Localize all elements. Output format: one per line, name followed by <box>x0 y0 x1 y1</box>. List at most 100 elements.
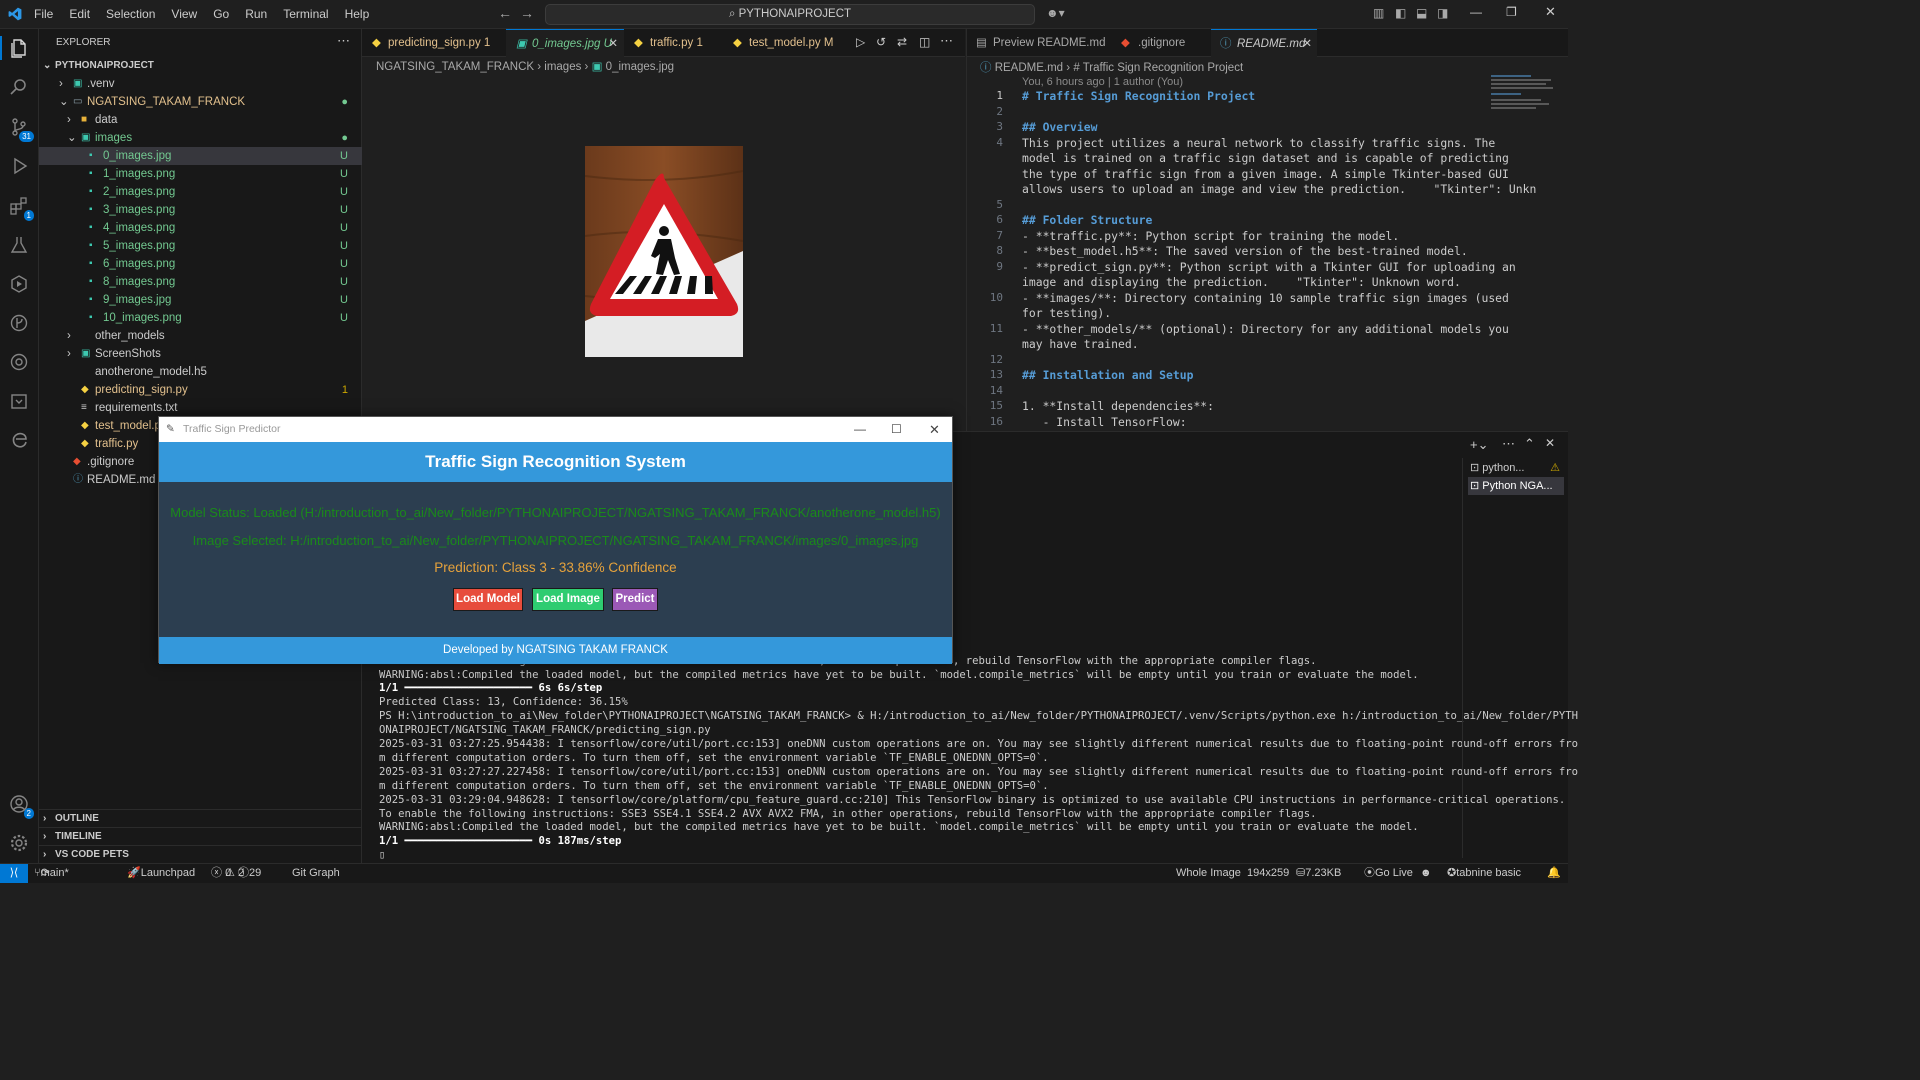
tree-file-item[interactable]: ▪ 10_images.png U <box>39 309 362 327</box>
code-line[interactable]: ## Overview <box>1022 120 1097 136</box>
settings-gear-icon[interactable] <box>7 831 31 855</box>
copilot-status-icon[interactable]: ☻ <box>1420 864 1432 883</box>
more-editor-actions-icon[interactable]: ⋯ <box>940 33 953 49</box>
tree-file-item[interactable]: anotherone_model.h5 <box>39 363 362 381</box>
tree-file-item[interactable]: ▪ 0_images.jpg U <box>39 147 362 165</box>
timeline-section[interactable]: › TIMELINE <box>39 827 362 845</box>
tab-test-model[interactable]: ◆ test_model.py M <box>723 29 833 57</box>
code-line[interactable]: 1. **Install dependencies**: <box>1022 399 1214 415</box>
tab-traffic[interactable]: ◆ traffic.py 1 <box>624 29 723 57</box>
zoom-whole-image[interactable]: Whole Image <box>1176 864 1241 883</box>
copilot-icon[interactable]: ☻▾ <box>1046 6 1065 20</box>
load-image-button[interactable]: Load Image <box>532 588 604 611</box>
git-graph-button[interactable]: Git Graph <box>292 864 340 883</box>
code-line[interactable]: - **traffic.py**: Python script for trai… <box>1022 229 1399 245</box>
maximize-panel-icon[interactable]: ⌃ <box>1524 436 1535 452</box>
tab-gitignore[interactable]: ◆ .gitignore <box>1112 29 1211 57</box>
tree-file-item[interactable]: ≡ requirements.txt <box>39 399 362 417</box>
maximize-icon[interactable]: ☐ <box>891 417 902 442</box>
menu-help[interactable]: Help <box>337 0 378 29</box>
tab-predicting-sign[interactable]: ◆ predicting_sign.py 1 <box>362 29 506 57</box>
minimize-icon[interactable]: — <box>1470 5 1482 19</box>
tree-file-item[interactable]: ▪ 1_images.png U <box>39 165 362 183</box>
code-line[interactable]: the type of traffic sign from a given im… <box>1022 167 1509 183</box>
split-editor-icon[interactable]: ◫ <box>919 35 930 49</box>
gitlens-icon[interactable] <box>7 311 31 335</box>
restore-icon[interactable]: ❐ <box>1506 5 1517 19</box>
remote-explorer-icon[interactable] <box>7 389 31 413</box>
tree-file-item[interactable]: ▪ 5_images.png U <box>39 237 362 255</box>
tree-folder-item[interactable]: › other_models <box>39 327 362 345</box>
run-debug-icon[interactable] <box>7 154 31 178</box>
code-line[interactable]: - **predict_sign.py**: Python script wit… <box>1022 260 1516 276</box>
problems-indicator[interactable]: ⓧ 0 ⚠ 2 ⓘ 29 <box>211 864 261 883</box>
vscode-pets-section[interactable]: › VS CODE PETS <box>39 845 362 863</box>
workspace-root[interactable]: ⌄ PYTHONAIPROJECT <box>39 57 362 75</box>
menu-run[interactable]: Run <box>237 0 275 29</box>
tree-folder-item[interactable]: › ▣ ScreenShots <box>39 345 362 363</box>
code-line[interactable]: # Traffic Sign Recognition Project <box>1022 89 1255 105</box>
timeline-history-icon[interactable]: ↺ <box>876 35 886 49</box>
search-activity-icon[interactable] <box>7 75 31 99</box>
new-terminal-icon[interactable]: +⌄ <box>1470 437 1488 453</box>
forward-arrow-icon[interactable]: → <box>520 5 534 21</box>
edge-devtools-icon[interactable] <box>7 428 31 452</box>
code-line[interactable]: for testing). <box>1022 306 1111 322</box>
tab-preview-readme[interactable]: ▤ Preview README.md <box>967 29 1112 57</box>
tab-readme-active[interactable]: ⓘ README.md ✕ <box>1211 29 1317 57</box>
terminal-tab-python-2[interactable]: ⊡ Python NGA... <box>1468 477 1564 495</box>
code-line[interactable]: allows users to upload an image and view… <box>1022 182 1536 198</box>
close-tab-icon[interactable]: ✕ <box>608 30 618 58</box>
more-terminal-actions-icon[interactable]: ⋯ <box>1502 436 1515 452</box>
back-arrow-icon[interactable]: ← <box>498 5 512 21</box>
testing-flask-icon[interactable] <box>7 233 31 257</box>
remote-indicator-icon[interactable]: ⟩⟨ <box>0 864 28 883</box>
close-window-icon[interactable]: ✕ <box>1545 4 1556 20</box>
tree-folder-item[interactable]: › ■ data <box>39 111 362 129</box>
tree-folder-item[interactable]: › ▣ .venv <box>39 75 362 93</box>
tree-file-item[interactable]: ▪ 4_images.png U <box>39 219 362 237</box>
open-changes-icon[interactable]: ⇄ <box>897 35 907 49</box>
menu-edit[interactable]: Edit <box>61 0 98 29</box>
code-line[interactable]: - Install TensorFlow: <box>1022 415 1187 431</box>
menu-file[interactable]: File <box>26 0 61 29</box>
tree-file-item[interactable]: ▪ 9_images.jpg U <box>39 291 362 309</box>
tree-folder-item[interactable]: ⌄ ▣ images ● <box>39 129 362 147</box>
code-line[interactable]: ## Folder Structure <box>1022 213 1152 229</box>
tree-file-item[interactable]: ▪ 6_images.png U <box>39 255 362 273</box>
menu-go[interactable]: Go <box>205 0 237 29</box>
code-line[interactable]: This project utilizes a neural network t… <box>1022 136 1495 152</box>
outline-section[interactable]: › OUTLINE <box>39 809 362 827</box>
load-model-button[interactable]: Load Model <box>453 588 523 611</box>
run-file-icon[interactable]: ▷ <box>856 35 865 49</box>
toggle-secondary-sidebar-icon[interactable]: ◨ <box>1437 6 1448 20</box>
code-line[interactable]: ## Installation and Setup <box>1022 368 1193 384</box>
tree-file-item[interactable]: ◆ predicting_sign.py 1 <box>39 381 362 399</box>
customize-layout-icon[interactable]: ▥ <box>1373 6 1384 20</box>
explorer-icon[interactable] <box>7 36 31 60</box>
code-line[interactable]: may have trained. <box>1022 337 1139 353</box>
toggle-panel-icon[interactable]: ⬓ <box>1416 6 1427 20</box>
tabnine-status[interactable]: ✪ tabnine basic <box>1447 864 1521 883</box>
code-line[interactable]: - **images/**: Directory containing 10 s… <box>1022 291 1509 307</box>
predict-button[interactable]: Predict <box>612 588 658 611</box>
menu-selection[interactable]: Selection <box>98 0 163 29</box>
notifications-bell-icon[interactable]: 🔔 <box>1547 864 1561 883</box>
go-live-button[interactable]: ⦿ Go Live <box>1364 864 1413 883</box>
code-line[interactable]: - **other_models/** (optional): Director… <box>1022 322 1509 338</box>
close-window-icon[interactable]: ✕ <box>929 417 940 442</box>
launchpad[interactable]: 🚀 Launchpad <box>127 864 195 883</box>
accounts-icon[interactable]: 2 <box>7 792 34 819</box>
branch-indicator[interactable]: ⑂ main* ⟳ <box>34 864 69 883</box>
extensions-icon[interactable]: 1 <box>7 194 34 221</box>
code-line[interactable]: model is trained on a traffic sign datas… <box>1022 151 1509 167</box>
close-panel-icon[interactable]: ✕ <box>1545 436 1555 450</box>
tree-folder-item[interactable]: ⌄ ▭ NGATSING_TAKAM_FRANCK ● <box>39 93 362 111</box>
inspect-icon[interactable] <box>7 350 31 374</box>
minimap[interactable] <box>1491 73 1563 183</box>
menu-view[interactable]: View <box>163 0 205 29</box>
toggle-sidebar-icon[interactable]: ◧ <box>1395 6 1406 20</box>
minimize-icon[interactable]: — <box>854 417 866 442</box>
code-line[interactable]: image and displaying the prediction. "Tk… <box>1022 275 1461 291</box>
tree-file-item[interactable]: ▪ 2_images.png U <box>39 183 362 201</box>
